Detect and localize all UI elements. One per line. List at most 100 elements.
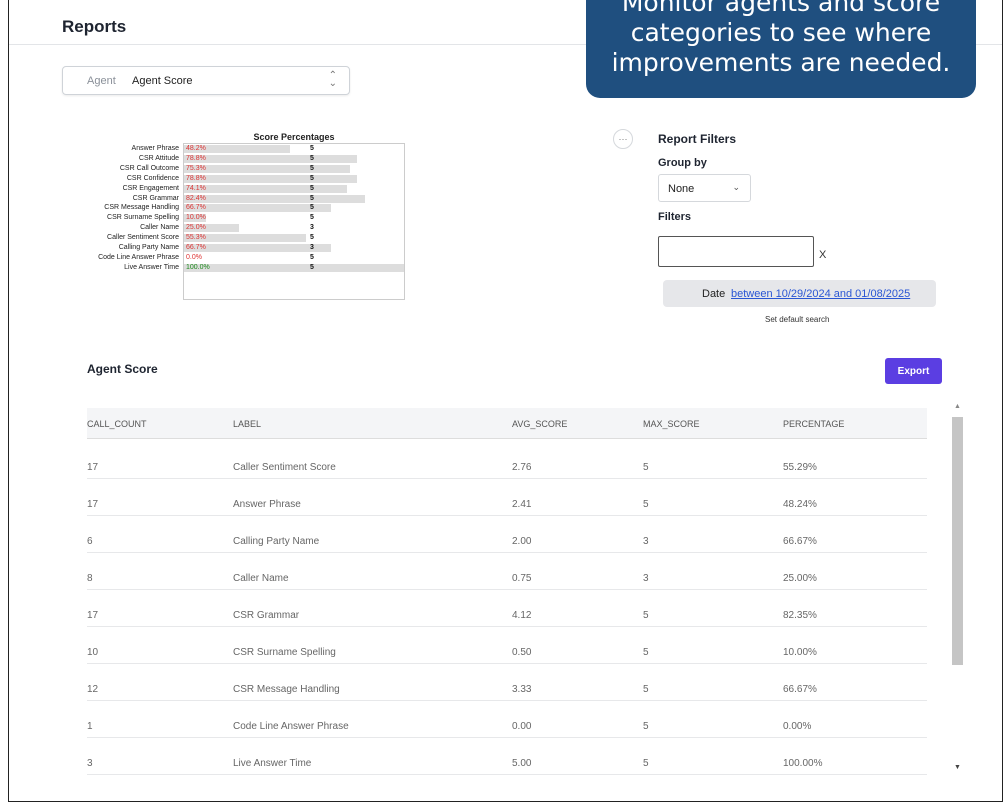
group-by-label: Group by [658,157,707,169]
chart-category-label: Caller Name [140,224,179,232]
column-header-call-count[interactable]: CALL_COUNT [87,419,147,429]
chart-category-label: CSR Attitude [138,154,179,162]
date-filter-value-link[interactable]: between 10/29/2024 and 01/08/2025 [731,288,910,300]
cell-call-count: 6 [87,536,93,547]
cell-percentage: 100.00% [783,758,823,769]
chart-bar [184,244,331,252]
callout-line-3: improvements are needed. [611,48,951,77]
chart-row: Answer Phrase 48.2% 5 [9,144,429,153]
table-row[interactable]: 8 Caller Name 0.75 3 25.00% [87,553,927,590]
group-by-select[interactable]: None ⌄ [658,174,751,202]
chart-data-label: 100.0% [186,263,210,271]
agent-score-table: CALL_COUNT LABEL AVG_SCORE MAX_SCORE PER… [87,408,927,775]
score-percentages-chart: Score Percentages Answer Phrase 48.2% 5 CSR… [9,130,429,305]
cell-label: Code Line Answer Phrase [233,721,349,732]
clear-filter-button[interactable]: X [819,249,826,261]
cell-percentage: 55.29% [783,462,817,473]
chart-bar [184,164,350,173]
chevron-down-icon: ⌄ [732,182,740,192]
page-title: Reports [62,17,127,36]
cell-label: Caller Sentiment Score [233,462,336,473]
chart-row: CSR Engagement 74.1% 5 [9,184,429,193]
report-selector[interactable]: Agent Agent Score ⌃ ⌄ [62,66,350,95]
column-header-max-score[interactable]: MAX_SCORE [643,419,700,429]
chart-data-label: 25.0% [186,224,206,232]
chart-category-label: CSR Call Outcome [119,164,179,172]
chart-max-score-label: 5 [310,253,314,261]
chart-data-label: 78.8% [186,154,206,162]
cell-label: Live Answer Time [233,758,312,769]
cell-max-score: 5 [643,462,649,473]
table-body: 17 Caller Sentiment Score 2.76 5 55.29% 17 Ans… [87,442,927,775]
cell-max-score: 5 [643,758,649,769]
scroll-thumb[interactable] [952,417,963,665]
chart-max-score-label: 5 [310,164,314,172]
chart-bar [184,174,358,183]
column-header-label[interactable]: LABEL [233,419,261,429]
filters-label: Filters [658,211,692,223]
app-frame: Reports Monitor agents and score categor… [8,0,1003,802]
chart-category-label: Code Line Answer Phrase [98,253,179,261]
chart-row: Code Line Answer Phrase 0.0% 5 [9,253,429,262]
chart-row: CSR Surname Spelling 10.0% 5 [9,213,429,223]
chart-max-score-label: 5 [310,263,314,271]
table-row[interactable]: 17 Caller Sentiment Score 2.76 5 55.29% [87,442,927,479]
cell-percentage: 25.00% [783,573,817,584]
more-horizontal-icon[interactable]: ··· [613,129,633,149]
cell-call-count: 17 [87,499,99,510]
table-row[interactable]: 12 CSR Message Handling 3.33 5 66.67% [87,664,927,701]
chart-max-score-label: 5 [310,204,314,212]
cell-call-count: 17 [87,462,99,473]
scroll-up-arrow-icon[interactable]: ▲ [954,403,961,410]
cell-max-score: 5 [643,647,649,658]
scroll-down-arrow-icon[interactable]: ▼ [954,764,961,771]
cell-label: CSR Message Handling [233,684,340,695]
column-header-percentage[interactable]: PERCENTAGE [783,419,844,429]
cell-avg-score: 2.41 [512,499,532,510]
chart-data-label: 48.2% [186,145,206,152]
cell-call-count: 1 [87,721,93,732]
chart-row: CSR Attitude 78.8% 5 [9,154,429,163]
chart-row: CSR Message Handling 66.7% 5 [9,203,429,213]
set-default-search-link[interactable]: Set default search [765,315,829,324]
cell-max-score: 3 [643,536,649,547]
chart-max-score-label: 5 [310,234,314,242]
cell-label: Calling Party Name [233,536,320,547]
callout-line-1: Monitor agents and score [621,0,941,17]
chart-row: Caller Sentiment Score 55.3% 5 [9,233,429,243]
export-button[interactable]: Export [885,358,942,384]
chart-max-score-label: 5 [310,145,314,152]
cell-avg-score: 0.75 [512,573,532,584]
chart-category-label: CSR Engagement [122,184,179,192]
report-selector-label: Agent [87,75,116,87]
chart-max-score-label: 3 [310,224,314,232]
table-row[interactable]: 17 CSR Grammar 4.12 5 82.35% [87,590,927,627]
cell-percentage: 82.35% [783,610,817,621]
cell-avg-score: 0.00 [512,721,532,732]
table-row[interactable]: 1 Code Line Answer Phrase 0.00 5 0.00% [87,701,927,738]
cell-call-count: 10 [87,647,99,658]
up-down-chevron-icon: ⌃ ⌄ [328,70,337,89]
cell-call-count: 3 [87,758,93,769]
table-scrollbar[interactable]: ▲ ▼ [951,403,965,771]
cell-avg-score: 2.00 [512,536,532,547]
chart-category-label: Live Answer Time [124,263,179,271]
chart-category-label: CSR Grammar [132,194,179,202]
chart-title: Score Percentages [253,132,335,142]
table-row[interactable]: 3 Live Answer Time 5.00 5 100.00% [87,738,927,775]
cell-max-score: 5 [643,684,649,695]
table-row[interactable]: 17 Answer Phrase 2.41 5 48.24% [87,479,927,516]
cell-avg-score: 5.00 [512,758,532,769]
cell-call-count: 12 [87,684,99,695]
chart-row: CSR Confidence 78.8% 5 [9,174,429,183]
chart-row: Live Answer Time 100.0% 5 [9,263,429,272]
chart-data-label: 78.8% [186,174,206,182]
cell-max-score: 3 [643,573,649,584]
chart-row: Calling Party Name 66.7% 3 [9,243,429,252]
filter-input[interactable] [658,236,814,267]
table-row[interactable]: 6 Calling Party Name 2.00 3 66.67% [87,516,927,553]
chart-category-label: Caller Sentiment Score [107,234,179,242]
table-row[interactable]: 10 CSR Surname Spelling 0.50 5 10.00% [87,627,927,664]
date-filter-pill[interactable]: Date between 10/29/2024 and 01/08/2025 [663,280,936,307]
column-header-avg-score[interactable]: AVG_SCORE [512,419,567,429]
